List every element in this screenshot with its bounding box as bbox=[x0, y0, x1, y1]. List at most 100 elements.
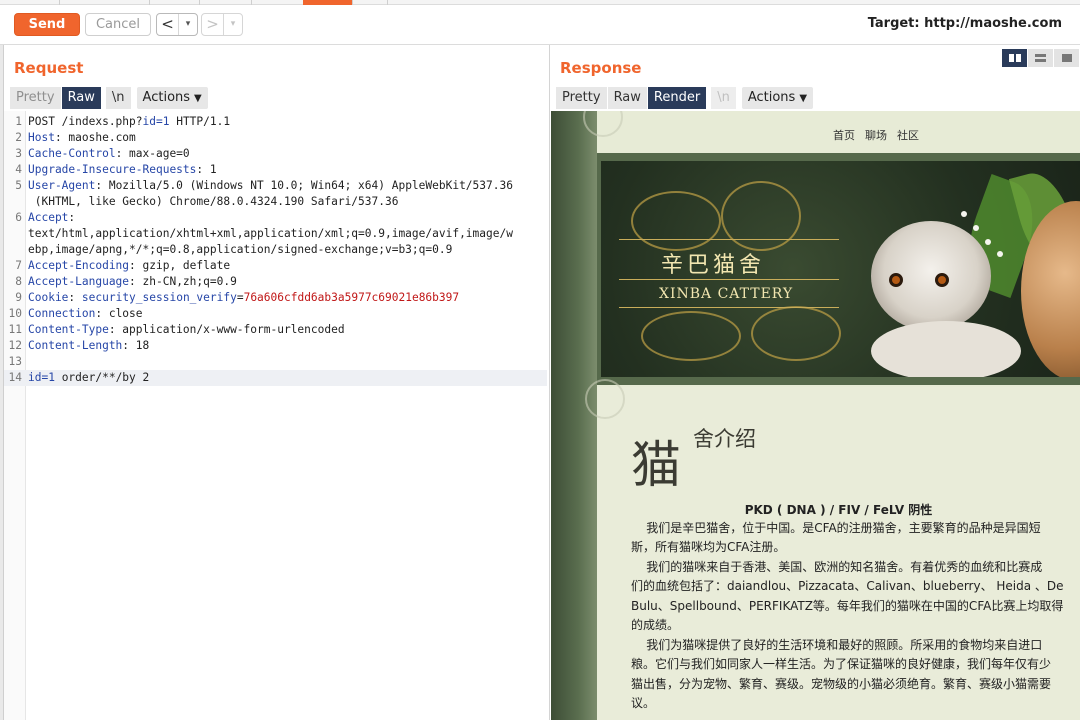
line-text: Accept-Encoding: gzip, deflate bbox=[28, 258, 543, 274]
token: Accept-Encoding bbox=[28, 259, 130, 272]
cat-body bbox=[871, 321, 1021, 377]
intro-paragraph-line: 斯，所有猫咪均为CFA注册。 bbox=[631, 540, 786, 554]
tab-pretty[interactable]: Pretty bbox=[10, 87, 62, 109]
editor-line[interactable]: (KHTML, like Gecko) Chrome/88.0.4324.190… bbox=[4, 194, 547, 210]
line-number: 12 bbox=[8, 339, 22, 352]
line-number: 6 bbox=[15, 211, 22, 224]
token: : 18 bbox=[122, 339, 150, 352]
editor-line[interactable]: 11 Content-Type: application/x-www-form-u… bbox=[4, 322, 547, 338]
token: Connection bbox=[28, 307, 96, 320]
editor-line[interactable]: 7 Accept-Encoding: gzip, deflate bbox=[4, 258, 547, 274]
token: ebp,image/apng,*/*;q=0.8,application/sig… bbox=[28, 243, 453, 256]
ornament-swirl bbox=[641, 311, 741, 361]
health-status-title: PKD ( DNA ) / FIV / FeLV 阴性 bbox=[744, 503, 933, 517]
back-arrow-icon[interactable]: < bbox=[157, 14, 179, 35]
side-by-side-layout-icon[interactable] bbox=[1002, 49, 1028, 67]
line-number: 8 bbox=[15, 275, 22, 288]
editor-line[interactable]: 5 User-Agent: Mozilla/5.0 (Windows NT 10.… bbox=[4, 178, 547, 194]
editor-line[interactable]: 10 Connection: close bbox=[4, 306, 547, 322]
editor-line[interactable]: 1 POST /indexs.php?id=1 HTTP/1.1 bbox=[4, 114, 547, 130]
line-text: text/html,application/xhtml+xml,applicat… bbox=[28, 226, 543, 242]
editor-line[interactable]: 8 Accept-Language: zh-CN,zh;q=0.9 bbox=[4, 274, 547, 290]
nav-forum-link[interactable]: 聊场 bbox=[865, 127, 887, 143]
line-text: Content-Length: 18 bbox=[28, 338, 543, 354]
editor-line[interactable]: 3 Cache-Control: max-age=0 bbox=[4, 146, 547, 162]
tab-raw[interactable]: Raw bbox=[61, 87, 102, 109]
token: Content-Length bbox=[28, 339, 123, 352]
editor-line-current[interactable]: 14 id=1 order/**/by 2 bbox=[4, 370, 547, 386]
line-text: Host: maoshe.com bbox=[28, 130, 543, 146]
token: HTTP/1.1 bbox=[169, 115, 231, 128]
burp-repeater-window: Send Cancel < ▾ > ▾ Target: http://maosh… bbox=[0, 0, 1080, 720]
token: 76a606cfdd6ab3a5977c69021e86b397 bbox=[243, 291, 460, 304]
line-number: 14 bbox=[8, 371, 22, 384]
nav-community-link[interactable]: 社区 bbox=[897, 127, 919, 143]
line-text: Content-Type: application/x-www-form-url… bbox=[28, 322, 543, 338]
editor-line[interactable]: text/html,application/xhtml+xml,applicat… bbox=[4, 226, 547, 242]
token: = bbox=[236, 291, 244, 304]
toolbar: Send Cancel < ▾ > ▾ Target: http://maosh… bbox=[0, 5, 1080, 45]
line-text: Connection: close bbox=[28, 306, 543, 322]
line-number: 5 bbox=[15, 179, 22, 192]
line-number: 10 bbox=[8, 307, 22, 320]
tab-newline-toggle[interactable]: \n bbox=[105, 87, 132, 109]
token: Cache-Control bbox=[28, 147, 116, 160]
layout-mode-buttons bbox=[1002, 49, 1080, 67]
line-number: 1 bbox=[15, 115, 22, 128]
editor-line[interactable]: 13 bbox=[4, 354, 547, 370]
target-label[interactable]: Target: http://maoshe.com bbox=[868, 16, 1062, 31]
rendered-page-view[interactable]: 首页 聊场 社区 辛巴猫舍 XINBA CATTERY 猫 舍介绍 PKD (… bbox=[551, 111, 1080, 720]
tab-newline-toggle[interactable]: \n bbox=[711, 87, 737, 109]
back-history-dropdown-icon[interactable]: ▾ bbox=[179, 14, 197, 35]
request-title: Request bbox=[14, 59, 84, 77]
intro-paragraph-line: 们的血统包括了：daiandlou、Pizzacata、Calivan、blue… bbox=[631, 579, 1064, 593]
intro-paragraph-line: 议。 bbox=[631, 696, 656, 710]
forward-history-dropdown-icon[interactable]: ▾ bbox=[224, 14, 242, 35]
request-editor[interactable]: 1 POST /indexs.php?id=1 HTTP/1.1 2 Host: ma… bbox=[4, 111, 549, 720]
cattery-intro-section: 猫 舍介绍 PKD ( DNA ) / FIV / FeLV 阴性 我们是辛巴猫… bbox=[585, 379, 1080, 720]
token: Upgrade-Insecure-Requests bbox=[28, 163, 197, 176]
token: : max-age=0 bbox=[115, 147, 190, 160]
line-number: 7 bbox=[15, 259, 22, 272]
token: : Mozilla/5.0 (Windows NT 10.0; Win64; x… bbox=[95, 179, 513, 192]
nav-home-link[interactable]: 首页 bbox=[833, 127, 855, 143]
editor-line[interactable]: 4 Upgrade-Insecure-Requests: 1 bbox=[4, 162, 547, 178]
token: (KHTML, like Gecko) Chrome/88.0.4324.190… bbox=[28, 195, 399, 208]
line-text: POST /indexs.php?id=1 HTTP/1.1 bbox=[28, 114, 543, 130]
logo-english: XINBA CATTERY bbox=[659, 286, 794, 302]
ornament-swirl bbox=[721, 181, 801, 251]
editor-line[interactable]: 12 Content-Length: 18 bbox=[4, 338, 547, 354]
response-actions-menu[interactable]: Actions ▼ bbox=[741, 87, 814, 109]
request-actions-menu[interactable]: Actions ▼ bbox=[136, 87, 208, 109]
flower-bell bbox=[997, 251, 1003, 257]
line-text: Upgrade-Insecure-Requests: 1 bbox=[28, 162, 543, 178]
send-button[interactable]: Send bbox=[14, 13, 80, 36]
editor-line[interactable]: 6 Accept: bbox=[4, 210, 547, 226]
tab-raw[interactable]: Raw bbox=[607, 87, 648, 109]
ornament-swirl bbox=[751, 306, 841, 361]
token: : zh-CN,zh;q=0.9 bbox=[129, 275, 237, 288]
actions-label: Actions bbox=[747, 90, 796, 105]
line-text: Accept-Language: zh-CN,zh;q=0.9 bbox=[28, 274, 543, 290]
single-pane-layout-icon[interactable] bbox=[1054, 49, 1080, 67]
cancel-button[interactable]: Cancel bbox=[85, 13, 151, 36]
flower-bell bbox=[973, 225, 979, 231]
ornament-swirl bbox=[631, 191, 721, 251]
token: id=1 bbox=[142, 115, 170, 128]
editor-line[interactable]: 9 Cookie: security_session_verify=76a606c… bbox=[4, 290, 547, 306]
cat-eye bbox=[889, 273, 903, 287]
line-number: 2 bbox=[15, 131, 22, 144]
token: : close bbox=[95, 307, 143, 320]
editor-line[interactable]: ebp,image/apng,*/*;q=0.8,application/sig… bbox=[4, 242, 547, 258]
editor-line[interactable]: 2 Host: maoshe.com bbox=[4, 130, 547, 146]
logo-rule bbox=[619, 239, 839, 240]
tab-pretty[interactable]: Pretty bbox=[556, 87, 608, 109]
intro-paragraph-line: 粮。它们与我们如同家人一样生活。为了保证猫咪的良好健康，我们每年仅有少 bbox=[631, 657, 1052, 671]
corner-ornament bbox=[585, 379, 625, 419]
token: id=1 bbox=[28, 371, 55, 384]
page-side-border bbox=[551, 111, 597, 720]
forward-arrow-icon[interactable]: > bbox=[202, 14, 224, 35]
stacked-layout-icon[interactable] bbox=[1028, 49, 1054, 67]
tab-render[interactable]: Render bbox=[647, 87, 708, 109]
big-heading-char: 猫 bbox=[631, 436, 681, 494]
